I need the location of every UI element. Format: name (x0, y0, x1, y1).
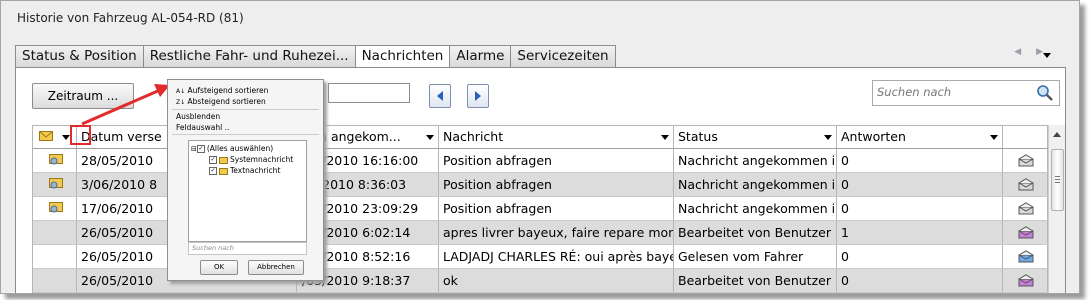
field-selection-item[interactable]: Feldauswahl .. (176, 123, 229, 132)
column-filter-popup: A↓ Aufsteigend sortieren Z↓ Absteigend s… (167, 79, 324, 281)
system-message-icon (219, 156, 228, 164)
system-message-checkbox[interactable]: ✓ (209, 156, 217, 164)
popup-search-input[interactable]: Suchen nach (188, 242, 307, 255)
hide-column-item[interactable]: Ausblenden (176, 112, 220, 121)
sort-descending-item[interactable]: Z↓ Absteigend sortieren (176, 97, 266, 106)
sort-desc-icon: Z↓ (176, 99, 186, 106)
text-message-node[interactable]: ✓ Textnachricht (209, 166, 280, 175)
menu-divider (172, 109, 319, 110)
ok-button[interactable]: OK (200, 260, 238, 275)
select-all-checkbox[interactable]: ✓ (196, 145, 205, 153)
select-all-node[interactable]: ⊟✓ (Alles auswählen) (191, 144, 273, 153)
filter-value-list: ⊟✓ (Alles auswählen) ✓ Systemnachricht ✓ Te… (188, 140, 307, 242)
text-message-icon (219, 167, 228, 175)
sort-asc-icon: A↓ (176, 88, 186, 95)
sort-ascending-item[interactable]: A↓ Aufsteigend sortieren (176, 86, 268, 95)
cancel-button[interactable]: Abbrechen (248, 260, 304, 275)
menu-divider (172, 134, 319, 135)
system-message-node[interactable]: ✓ Systemnachricht (209, 155, 293, 164)
text-message-checkbox[interactable]: ✓ (209, 167, 217, 175)
annotation-arrow-icon (81, 84, 170, 126)
